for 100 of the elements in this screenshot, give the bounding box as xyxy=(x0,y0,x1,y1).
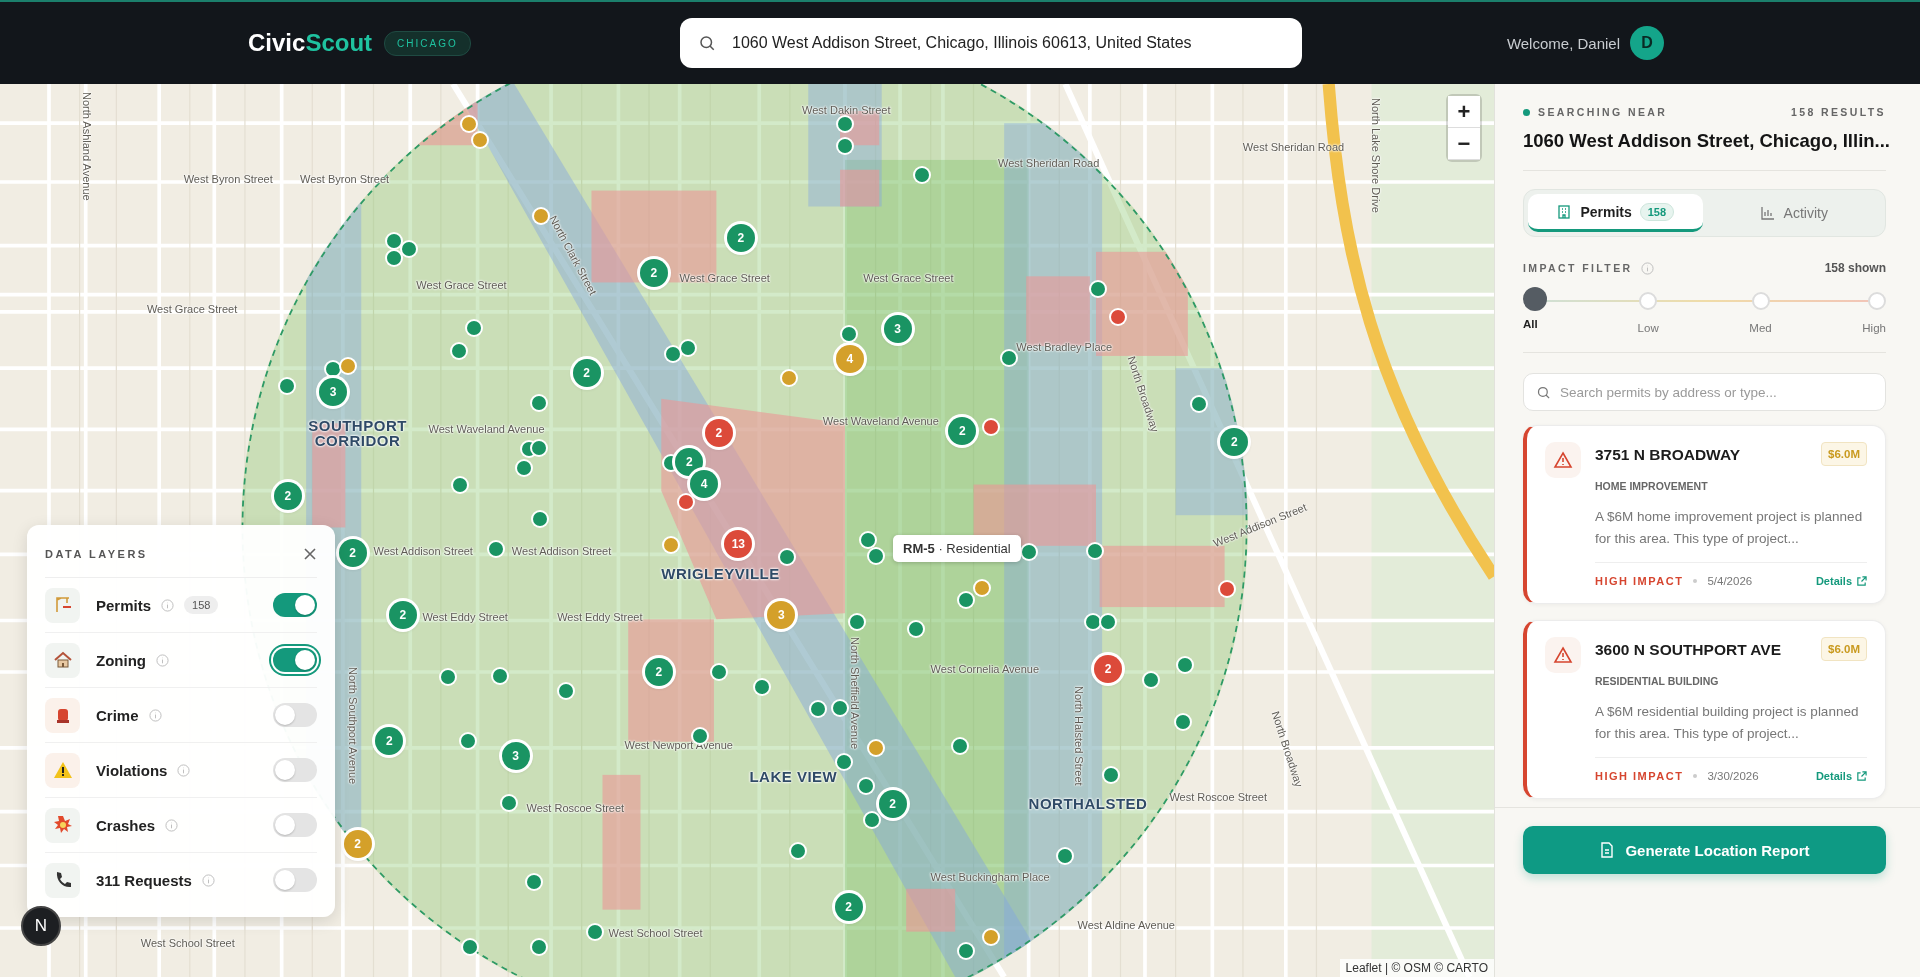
details-link[interactable]: Details xyxy=(1815,770,1867,782)
map-pin[interactable] xyxy=(1021,545,1036,560)
tab[interactable]: Permits 158 xyxy=(1528,194,1703,232)
map-pin[interactable] xyxy=(959,944,974,959)
cluster-marker[interactable]: 2 xyxy=(639,259,668,288)
slider-stop[interactable] xyxy=(1523,287,1547,311)
map-pin[interactable] xyxy=(1110,310,1125,325)
cluster-marker[interactable]: 2 xyxy=(834,893,863,922)
slider-stop[interactable] xyxy=(1867,292,1886,310)
tab[interactable]: Activity xyxy=(1706,194,1881,232)
close-icon[interactable] xyxy=(303,547,317,561)
map-pin[interactable] xyxy=(664,537,678,552)
toggle-switch[interactable] xyxy=(273,758,317,782)
map-pin[interactable] xyxy=(915,168,930,183)
map-pin[interactable] xyxy=(781,371,796,386)
slider-stop[interactable] xyxy=(1639,292,1658,310)
map-pin[interactable] xyxy=(1086,615,1101,630)
cluster-marker[interactable]: 2 xyxy=(388,600,417,629)
map-pin[interactable] xyxy=(841,327,856,342)
cluster-marker[interactable]: 3 xyxy=(767,600,796,629)
address-search-field[interactable]: 1060 West Addison Street, Chicago, Illinois 60613, United States xyxy=(680,18,1302,68)
map-pin[interactable] xyxy=(666,346,681,361)
map-pin[interactable] xyxy=(868,548,883,563)
map-pin[interactable] xyxy=(868,741,883,756)
cluster-marker[interactable]: 3 xyxy=(501,741,530,770)
zoom-in-button[interactable]: + xyxy=(1448,96,1480,128)
map-pin[interactable] xyxy=(836,754,851,769)
toggle-switch[interactable] xyxy=(273,593,317,617)
user-avatar[interactable]: D xyxy=(1630,26,1664,60)
cluster-marker[interactable]: 2 xyxy=(338,539,367,568)
cluster-marker[interactable]: 3 xyxy=(883,315,912,344)
permit-card[interactable]: 3600 N SOUTHPORT AVE $6.0M RESIDENTIAL BUILDING A $6M residential building project is planned for this area. This type of project... HIGH IMPACT 3/30/2026 Details xyxy=(1523,620,1886,799)
map-pin[interactable] xyxy=(473,132,487,147)
cluster-marker[interactable]: 2 xyxy=(726,223,755,252)
map-pin[interactable] xyxy=(463,939,478,954)
map-pin[interactable] xyxy=(1101,615,1116,630)
map-pin[interactable] xyxy=(1219,582,1234,596)
map-pin[interactable] xyxy=(466,321,481,336)
cluster-marker[interactable]: 13 xyxy=(724,529,753,558)
map-pin[interactable] xyxy=(531,939,546,954)
map-pin[interactable] xyxy=(983,420,998,435)
map-pin[interactable] xyxy=(1191,397,1206,412)
cluster-marker[interactable]: 4 xyxy=(690,469,719,498)
map-pin[interactable] xyxy=(401,241,416,256)
cluster-marker[interactable]: 2 xyxy=(704,419,733,448)
cluster-marker[interactable]: 2 xyxy=(343,829,372,858)
map-pin[interactable] xyxy=(678,495,693,510)
map-pin[interactable] xyxy=(810,702,825,716)
permit-search-field[interactable]: Search permits by address or type... xyxy=(1523,373,1886,411)
map-pin[interactable] xyxy=(588,924,603,939)
toggle-switch[interactable] xyxy=(273,703,317,727)
map-pin[interactable] xyxy=(533,512,547,527)
map-pin[interactable] xyxy=(340,359,355,374)
map-pin[interactable] xyxy=(833,700,847,715)
map-pin[interactable] xyxy=(1175,715,1190,730)
map-pin[interactable] xyxy=(1002,350,1016,365)
impact-slider[interactable]: All Low Med High xyxy=(1523,289,1886,334)
toggle-switch[interactable] xyxy=(273,868,317,892)
map-pin[interactable] xyxy=(1091,281,1106,296)
cluster-marker[interactable]: 2 xyxy=(572,359,601,388)
cluster-marker[interactable]: 2 xyxy=(878,790,907,819)
map-pin[interactable] xyxy=(441,670,456,685)
map-pin[interactable] xyxy=(1144,672,1158,687)
map-pin[interactable] xyxy=(502,796,517,811)
map-pin[interactable] xyxy=(1087,544,1102,558)
permit-card[interactable]: 3751 N BROADWAY $6.0M HOME IMPROVEMENT A $6M home improvement project is planned for this area. This type of project... HIGH IMPACT 5/4/2026 Details xyxy=(1523,425,1886,604)
map-pin[interactable] xyxy=(488,541,503,556)
map-pin[interactable] xyxy=(791,844,806,858)
map-pin[interactable] xyxy=(387,251,402,266)
cluster-marker[interactable]: 2 xyxy=(1094,654,1123,683)
map-pin[interactable] xyxy=(1103,768,1118,783)
generate-report-button[interactable]: Generate Location Report xyxy=(1523,826,1886,874)
cluster-marker[interactable]: 4 xyxy=(835,344,864,373)
map-pin[interactable] xyxy=(461,116,476,131)
map-pin[interactable] xyxy=(837,116,852,131)
map-pin[interactable] xyxy=(975,580,990,595)
map-pin[interactable] xyxy=(558,683,573,698)
map-pin[interactable] xyxy=(387,234,402,249)
map-pin[interactable] xyxy=(754,679,769,694)
map-pin[interactable] xyxy=(526,874,541,889)
map-pin[interactable] xyxy=(908,622,923,637)
map-pin[interactable] xyxy=(780,550,795,565)
cluster-marker[interactable]: 2 xyxy=(375,726,404,755)
map-pin[interactable] xyxy=(452,344,467,359)
cluster-marker[interactable]: 2 xyxy=(644,658,673,687)
app-logo[interactable]: CivicScout xyxy=(248,29,373,57)
map-pin[interactable] xyxy=(279,378,294,393)
map-pin[interactable] xyxy=(858,779,873,794)
map-pin[interactable] xyxy=(460,733,475,748)
map-pin[interactable] xyxy=(837,138,852,153)
map-pin[interactable] xyxy=(453,477,468,492)
cluster-marker[interactable]: 2 xyxy=(948,417,977,445)
map-pin[interactable] xyxy=(711,665,726,680)
map-pin[interactable] xyxy=(850,615,865,630)
map-pin[interactable] xyxy=(959,593,974,607)
toggle-switch[interactable] xyxy=(273,813,317,837)
map-pin[interactable] xyxy=(492,668,507,683)
map-pin[interactable] xyxy=(864,813,879,828)
map-pin[interactable] xyxy=(534,208,549,223)
cluster-marker[interactable]: 3 xyxy=(319,377,348,406)
